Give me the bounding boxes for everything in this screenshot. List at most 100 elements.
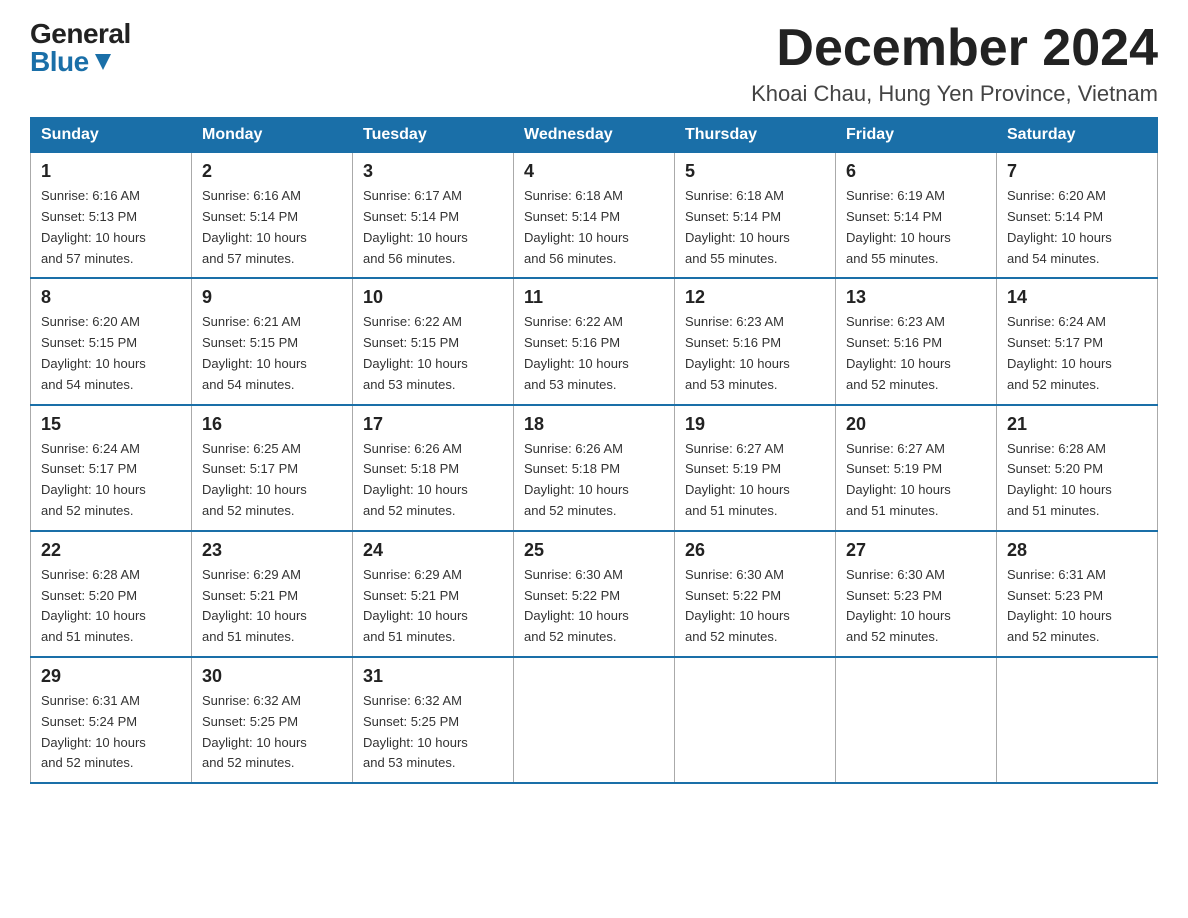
day-info: Sunrise: 6:16 AM Sunset: 5:14 PM Dayligh…: [202, 186, 342, 269]
sunrise-label: Sunrise: 6:25 AM: [202, 441, 301, 456]
daylight-label: Daylight: 10 hours: [202, 482, 307, 497]
sunset-label: Sunset: 5:22 PM: [685, 588, 781, 603]
day-info: Sunrise: 6:22 AM Sunset: 5:16 PM Dayligh…: [524, 312, 664, 395]
sunrise-label: Sunrise: 6:16 AM: [202, 188, 301, 203]
daylight-label: Daylight: 10 hours: [363, 482, 468, 497]
header-tuesday: Tuesday: [353, 118, 514, 153]
daylight-detail: and 57 minutes.: [41, 251, 134, 266]
sunset-label: Sunset: 5:17 PM: [41, 461, 137, 476]
calendar-cell: 30 Sunrise: 6:32 AM Sunset: 5:25 PM Dayl…: [192, 657, 353, 783]
sunrise-label: Sunrise: 6:30 AM: [846, 567, 945, 582]
daylight-detail: and 52 minutes.: [846, 377, 939, 392]
sunrise-label: Sunrise: 6:31 AM: [41, 693, 140, 708]
sunrise-label: Sunrise: 6:28 AM: [1007, 441, 1106, 456]
calendar-cell: 22 Sunrise: 6:28 AM Sunset: 5:20 PM Dayl…: [31, 531, 192, 657]
day-info: Sunrise: 6:29 AM Sunset: 5:21 PM Dayligh…: [363, 565, 503, 648]
daylight-label: Daylight: 10 hours: [363, 608, 468, 623]
calendar-cell: 7 Sunrise: 6:20 AM Sunset: 5:14 PM Dayli…: [997, 153, 1158, 279]
daylight-detail: and 55 minutes.: [685, 251, 778, 266]
calendar-cell: 4 Sunrise: 6:18 AM Sunset: 5:14 PM Dayli…: [514, 153, 675, 279]
sunrise-label: Sunrise: 6:28 AM: [41, 567, 140, 582]
calendar-cell: 8 Sunrise: 6:20 AM Sunset: 5:15 PM Dayli…: [31, 278, 192, 404]
sunrise-label: Sunrise: 6:20 AM: [41, 314, 140, 329]
sunset-label: Sunset: 5:19 PM: [685, 461, 781, 476]
calendar-week-row: 29 Sunrise: 6:31 AM Sunset: 5:24 PM Dayl…: [31, 657, 1158, 783]
daylight-detail: and 55 minutes.: [846, 251, 939, 266]
day-info: Sunrise: 6:31 AM Sunset: 5:24 PM Dayligh…: [41, 691, 181, 774]
daylight-label: Daylight: 10 hours: [1007, 356, 1112, 371]
day-info: Sunrise: 6:26 AM Sunset: 5:18 PM Dayligh…: [363, 439, 503, 522]
sunrise-label: Sunrise: 6:30 AM: [524, 567, 623, 582]
day-number: 28: [1007, 540, 1147, 561]
calendar-week-row: 22 Sunrise: 6:28 AM Sunset: 5:20 PM Dayl…: [31, 531, 1158, 657]
title-section: December 2024 Khoai Chau, Hung Yen Provi…: [751, 20, 1158, 107]
daylight-label: Daylight: 10 hours: [524, 482, 629, 497]
calendar-cell: 23 Sunrise: 6:29 AM Sunset: 5:21 PM Dayl…: [192, 531, 353, 657]
day-number: 27: [846, 540, 986, 561]
daylight-detail: and 52 minutes.: [41, 503, 134, 518]
daylight-detail: and 52 minutes.: [363, 503, 456, 518]
day-number: 24: [363, 540, 503, 561]
daylight-label: Daylight: 10 hours: [846, 482, 951, 497]
calendar-cell: 3 Sunrise: 6:17 AM Sunset: 5:14 PM Dayli…: [353, 153, 514, 279]
day-info: Sunrise: 6:28 AM Sunset: 5:20 PM Dayligh…: [1007, 439, 1147, 522]
daylight-label: Daylight: 10 hours: [41, 230, 146, 245]
daylight-detail: and 53 minutes.: [363, 377, 456, 392]
day-number: 18: [524, 414, 664, 435]
sunset-label: Sunset: 5:24 PM: [41, 714, 137, 729]
header-monday: Monday: [192, 118, 353, 153]
day-info: Sunrise: 6:20 AM Sunset: 5:15 PM Dayligh…: [41, 312, 181, 395]
day-info: Sunrise: 6:24 AM Sunset: 5:17 PM Dayligh…: [41, 439, 181, 522]
sunrise-label: Sunrise: 6:18 AM: [524, 188, 623, 203]
calendar-week-row: 15 Sunrise: 6:24 AM Sunset: 5:17 PM Dayl…: [31, 405, 1158, 531]
day-number: 13: [846, 287, 986, 308]
sunset-label: Sunset: 5:20 PM: [41, 588, 137, 603]
calendar-cell: 19 Sunrise: 6:27 AM Sunset: 5:19 PM Dayl…: [675, 405, 836, 531]
daylight-label: Daylight: 10 hours: [41, 356, 146, 371]
calendar-week-row: 1 Sunrise: 6:16 AM Sunset: 5:13 PM Dayli…: [31, 153, 1158, 279]
day-info: Sunrise: 6:21 AM Sunset: 5:15 PM Dayligh…: [202, 312, 342, 395]
sunrise-label: Sunrise: 6:27 AM: [846, 441, 945, 456]
sunrise-label: Sunrise: 6:27 AM: [685, 441, 784, 456]
sunrise-label: Sunrise: 6:20 AM: [1007, 188, 1106, 203]
daylight-label: Daylight: 10 hours: [363, 735, 468, 750]
daylight-detail: and 54 minutes.: [1007, 251, 1100, 266]
day-number: 26: [685, 540, 825, 561]
header-saturday: Saturday: [997, 118, 1158, 153]
day-info: Sunrise: 6:18 AM Sunset: 5:14 PM Dayligh…: [685, 186, 825, 269]
day-number: 12: [685, 287, 825, 308]
daylight-detail: and 54 minutes.: [202, 377, 295, 392]
location-text: Khoai Chau, Hung Yen Province, Vietnam: [751, 81, 1158, 107]
daylight-detail: and 52 minutes.: [1007, 629, 1100, 644]
daylight-label: Daylight: 10 hours: [524, 608, 629, 623]
calendar-cell: 20 Sunrise: 6:27 AM Sunset: 5:19 PM Dayl…: [836, 405, 997, 531]
day-info: Sunrise: 6:24 AM Sunset: 5:17 PM Dayligh…: [1007, 312, 1147, 395]
calendar-cell: 10 Sunrise: 6:22 AM Sunset: 5:15 PM Dayl…: [353, 278, 514, 404]
daylight-label: Daylight: 10 hours: [685, 356, 790, 371]
day-info: Sunrise: 6:22 AM Sunset: 5:15 PM Dayligh…: [363, 312, 503, 395]
daylight-label: Daylight: 10 hours: [685, 482, 790, 497]
sunrise-label: Sunrise: 6:32 AM: [363, 693, 462, 708]
daylight-label: Daylight: 10 hours: [41, 608, 146, 623]
calendar-cell: [514, 657, 675, 783]
sunset-label: Sunset: 5:16 PM: [524, 335, 620, 350]
day-info: Sunrise: 6:16 AM Sunset: 5:13 PM Dayligh…: [41, 186, 181, 269]
sunrise-label: Sunrise: 6:16 AM: [41, 188, 140, 203]
daylight-label: Daylight: 10 hours: [524, 230, 629, 245]
daylight-label: Daylight: 10 hours: [202, 608, 307, 623]
daylight-detail: and 51 minutes.: [202, 629, 295, 644]
sunset-label: Sunset: 5:25 PM: [363, 714, 459, 729]
day-info: Sunrise: 6:30 AM Sunset: 5:22 PM Dayligh…: [685, 565, 825, 648]
day-number: 23: [202, 540, 342, 561]
sunset-label: Sunset: 5:14 PM: [846, 209, 942, 224]
sunset-label: Sunset: 5:20 PM: [1007, 461, 1103, 476]
sunset-label: Sunset: 5:17 PM: [202, 461, 298, 476]
daylight-detail: and 51 minutes.: [363, 629, 456, 644]
sunrise-label: Sunrise: 6:19 AM: [846, 188, 945, 203]
sunset-label: Sunset: 5:23 PM: [846, 588, 942, 603]
daylight-label: Daylight: 10 hours: [846, 230, 951, 245]
sunset-label: Sunset: 5:14 PM: [1007, 209, 1103, 224]
calendar-cell: 6 Sunrise: 6:19 AM Sunset: 5:14 PM Dayli…: [836, 153, 997, 279]
daylight-detail: and 52 minutes.: [685, 629, 778, 644]
daylight-detail: and 54 minutes.: [41, 377, 134, 392]
